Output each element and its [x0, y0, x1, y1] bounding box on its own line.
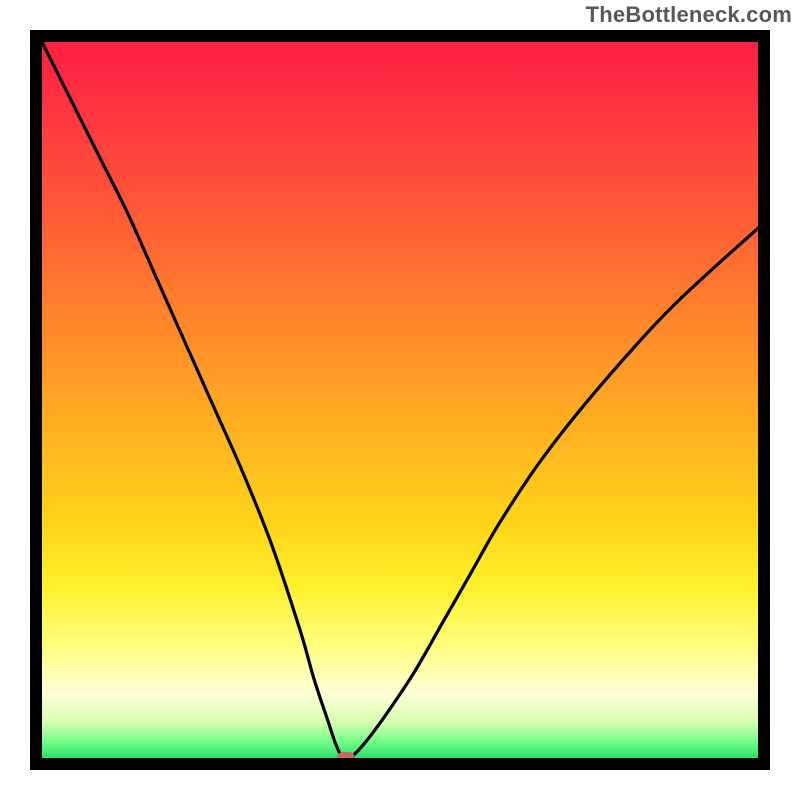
watermark-text: TheBottleneck.com — [586, 2, 792, 28]
chart-frame — [30, 30, 770, 770]
optimal-point-marker — [337, 752, 355, 758]
chart-plot-area — [42, 42, 758, 758]
bottleneck-curve — [42, 42, 758, 758]
